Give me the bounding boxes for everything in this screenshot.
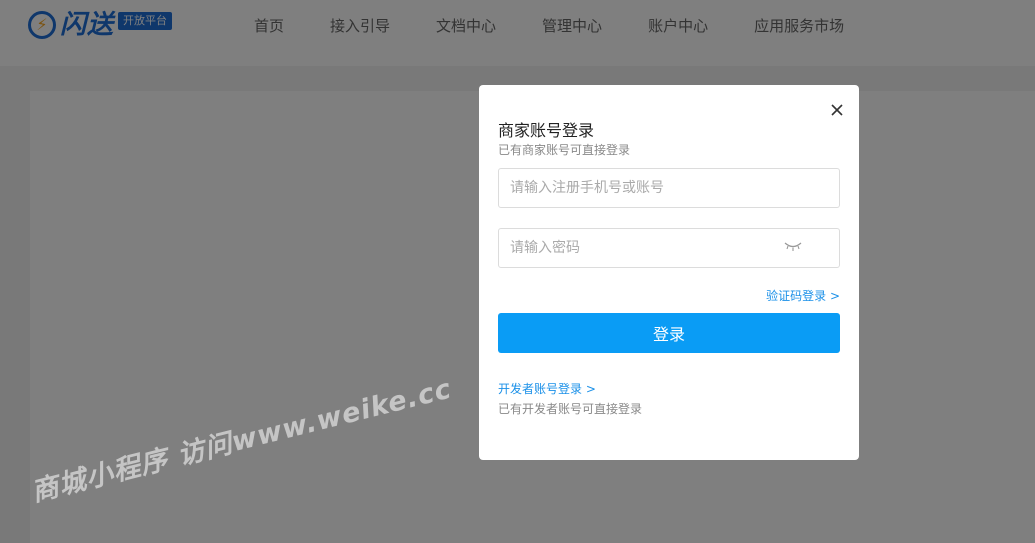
developer-login-link[interactable]: 开发者账号登录 > (498, 381, 596, 397)
modal-title: 商家账号登录 (498, 121, 595, 140)
developer-login-desc: 已有开发者账号可直接登录 (498, 402, 643, 416)
account-input[interactable] (499, 169, 770, 207)
login-button[interactable]: 登录 (498, 313, 840, 353)
account-field (498, 168, 840, 208)
eye-closed-icon[interactable] (783, 241, 803, 253)
sms-login-link[interactable]: 验证码登录 > (766, 288, 840, 304)
password-field (498, 228, 840, 268)
password-input[interactable] (499, 229, 770, 267)
modal-subtitle: 已有商家账号可直接登录 (498, 143, 631, 157)
login-modal: 商家账号登录 已有商家账号可直接登录 验证码登录 > 登录 开发者账号登录 > … (479, 85, 859, 460)
close-icon (831, 104, 843, 116)
close-button[interactable] (829, 102, 845, 118)
